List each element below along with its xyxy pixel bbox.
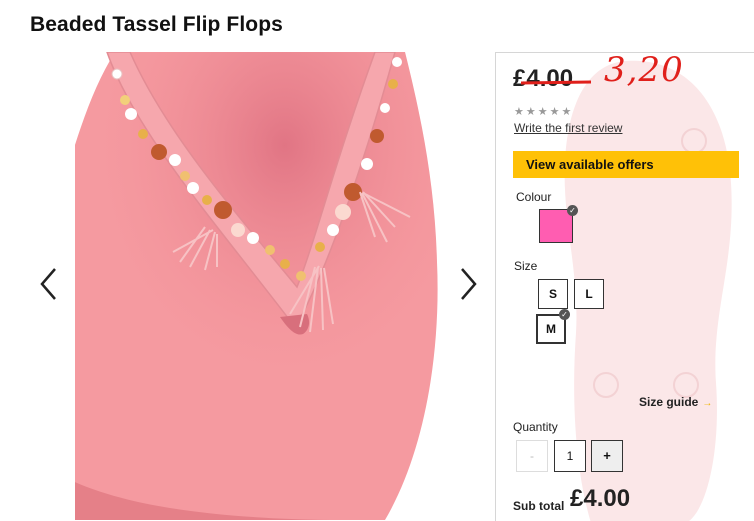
subtotal-value: £4.00 [570,485,631,512]
previous-image-button[interactable] [37,266,61,302]
quantity-field[interactable]: 1 [554,440,586,472]
quantity-decrease-button[interactable]: - [516,440,548,472]
size-option-s[interactable]: S [538,279,568,309]
chevron-right-icon [461,268,477,300]
checkmark-icon: ✓ [559,309,570,320]
checkmark-icon: ✓ [567,205,578,216]
arrow-right-icon: → [702,398,713,409]
next-image-button[interactable] [456,266,480,302]
purchase-panel: £4.00 3,20 ★★★★★ Write the first review … [495,52,754,521]
view-offers-button[interactable]: View available offers [513,151,739,178]
subtotal-label: Sub total [513,499,565,513]
handwritten-price-note: 3,20 [604,52,684,90]
price-strikethrough [521,80,592,85]
quantity-label: Quantity [513,420,558,434]
chevron-left-icon [40,268,56,300]
product-title: Beaded Tassel Flip Flops [30,13,283,36]
quantity-increase-button[interactable]: + [591,440,623,472]
product-image [75,52,440,520]
size-guide-label: Size guide [639,395,699,409]
write-review-link[interactable]: Write the first review [514,121,622,135]
size-option-l[interactable]: L [574,279,604,309]
size-guide-link[interactable]: Size guide → [639,395,712,409]
colour-label: Colour [516,190,552,204]
rating-stars: ★★★★★ [514,106,574,118]
size-label: Size [514,259,538,273]
